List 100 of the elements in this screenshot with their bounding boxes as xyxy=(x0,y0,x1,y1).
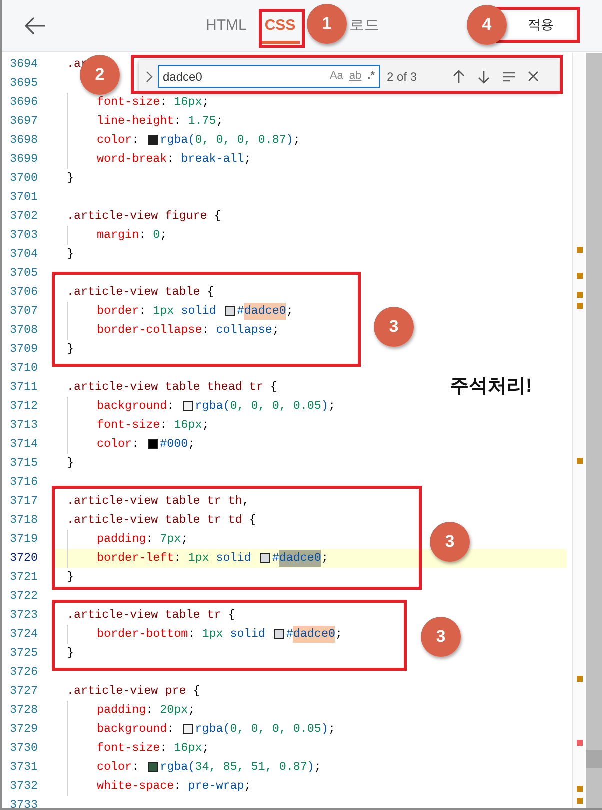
line-number: 3707 xyxy=(9,302,40,320)
code-line: } xyxy=(67,454,74,472)
line-number: 3722 xyxy=(9,588,40,605)
line-number: 3699 xyxy=(9,150,40,168)
code-line: border: 1px solid #dadce0; xyxy=(97,302,294,320)
line-number: 3723 xyxy=(9,606,40,624)
overview-marker xyxy=(577,247,583,253)
code-line: } xyxy=(67,246,74,263)
line-number: 3711 xyxy=(9,378,40,396)
line-number: 3701 xyxy=(9,188,40,206)
find-input[interactable]: dadce0 Aa ab .* xyxy=(158,65,380,88)
code-line: background: rgba(0, 0, 0, 0.05); xyxy=(97,720,336,738)
line-number: 3694 xyxy=(9,56,40,73)
line-number: 3731 xyxy=(9,758,40,776)
line-number: 3708 xyxy=(9,322,40,339)
line-number: 3710 xyxy=(9,360,40,377)
tab[interactable]: CSS xyxy=(260,12,300,44)
match-case-toggle[interactable]: Aa xyxy=(330,68,344,85)
close-icon[interactable] xyxy=(528,71,540,82)
code-line: .article-view pre { xyxy=(67,682,200,700)
find-in-selection-icon[interactable] xyxy=(502,70,516,82)
code-line: color: rgba(34, 85, 51, 0.87); xyxy=(97,758,322,776)
line-number: 3700 xyxy=(9,170,40,187)
line-number: 3726 xyxy=(9,664,40,681)
line-number: 3712 xyxy=(9,398,40,415)
line-number: 3732 xyxy=(9,778,40,795)
next-match-icon[interactable] xyxy=(478,70,490,84)
highlight-frame xyxy=(259,9,305,48)
match-count: 2 of 3 xyxy=(387,68,418,86)
code-line: border-collapse: collapse; xyxy=(97,322,280,339)
code-line: } xyxy=(67,644,74,662)
code-line: word-break: break-all; xyxy=(97,150,252,168)
code-line: padding: 7px; xyxy=(97,530,188,548)
code-line: color: #000; xyxy=(97,436,196,453)
code-line: font-size: 16px; xyxy=(97,416,210,434)
line-number: 3709 xyxy=(9,340,40,358)
code-line: padding: 20px; xyxy=(97,702,196,719)
tab[interactable]: 로드 xyxy=(346,12,384,44)
scrollbar[interactable] xyxy=(586,53,602,808)
scrollbar-thumb[interactable] xyxy=(586,750,602,768)
overview-marker xyxy=(577,458,583,464)
line-number: 3713 xyxy=(9,416,40,434)
line-number: 3704 xyxy=(9,246,40,263)
previous-match-icon[interactable] xyxy=(453,70,466,84)
line-number: 3705 xyxy=(9,264,40,282)
code-line: line-height: 1.75; xyxy=(97,112,224,130)
code-line: color: rgba(0, 0, 0, 0.87); xyxy=(97,132,300,149)
overview-marker xyxy=(577,786,583,792)
line-number: 3728 xyxy=(9,702,40,719)
regex-toggle[interactable]: .* xyxy=(368,68,375,85)
overview-marker xyxy=(577,292,583,298)
line-number: 3725 xyxy=(9,644,40,662)
code-line: border-left: 1px solid #dadce0; xyxy=(97,550,328,568)
overview-marker xyxy=(577,676,583,682)
overview-marker xyxy=(577,303,583,309)
overview-marker xyxy=(577,740,583,746)
code-line: .article-view table tr { xyxy=(67,606,236,624)
line-number: 3696 xyxy=(9,94,40,111)
line-number: 3719 xyxy=(9,530,40,548)
code-line: } xyxy=(67,170,74,187)
code-line: border-bottom: 1px solid #dadce0; xyxy=(97,626,342,644)
code-line: margin: 0; xyxy=(97,226,168,244)
step-marker: 3 xyxy=(421,617,461,657)
line-number: 3715 xyxy=(9,454,40,472)
tab[interactable]: HTML xyxy=(202,12,251,44)
line-number: 3698 xyxy=(9,132,40,149)
code-line: background: rgba(0, 0, 0, 0.05); xyxy=(97,398,336,415)
line-number: 3730 xyxy=(9,740,40,757)
line-number: 3706 xyxy=(9,284,40,301)
step-marker: 3 xyxy=(430,522,470,562)
line-number: 3716 xyxy=(9,474,40,491)
line-number: 3717 xyxy=(9,492,40,510)
line-number: 3729 xyxy=(9,720,40,738)
expand-chevron-icon[interactable] xyxy=(145,70,153,82)
code-line: } xyxy=(67,568,74,586)
line-number: 3733 xyxy=(9,796,40,808)
line-number: 3714 xyxy=(9,436,40,453)
code-line: white-space: pre-wrap; xyxy=(97,778,252,795)
code-line: .article-view table thead tr { xyxy=(67,378,278,396)
code-line: .article-view table tr td { xyxy=(67,512,256,529)
line-number: 3702 xyxy=(9,208,40,225)
whole-word-toggle[interactable]: ab xyxy=(349,68,362,85)
line-number: 3697 xyxy=(9,112,40,130)
annotation-note: 주석처리! xyxy=(450,375,532,399)
step-marker: 3 xyxy=(374,307,414,347)
code-line: .article-view figure { xyxy=(67,208,222,225)
line-number: 3703 xyxy=(9,226,40,244)
code-line: } xyxy=(67,340,74,358)
code-line: .article-view table { xyxy=(67,284,214,301)
code-line: font-size: 16px; xyxy=(97,740,210,757)
line-number: 3727 xyxy=(9,682,40,700)
overview-marker xyxy=(577,798,583,804)
line-number: 3724 xyxy=(9,626,40,643)
line-number: 3721 xyxy=(9,568,40,586)
overview-marker xyxy=(577,273,583,279)
apply-button[interactable]: 적용 xyxy=(508,12,574,38)
line-number: 3718 xyxy=(9,512,40,529)
line-number: 3720 xyxy=(9,550,40,567)
code-line: .article-view table tr th, xyxy=(67,492,250,510)
code-line: font-size: 16px; xyxy=(97,94,210,111)
